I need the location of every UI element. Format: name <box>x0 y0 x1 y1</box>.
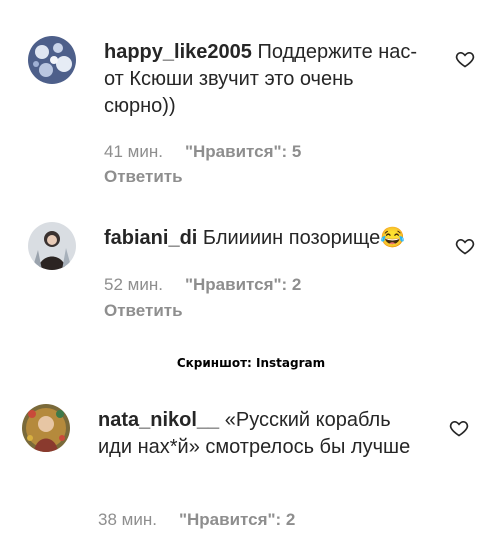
comment-likes[interactable]: "Нравится": 5 <box>185 142 301 161</box>
comment-username[interactable]: fabiani_di <box>104 227 197 249</box>
comment-body: Блиииин позорище😂 <box>202 227 406 249</box>
comment-meta: 52 мин. "Нравится": 2 <box>104 275 301 295</box>
comment-time[interactable]: 41 мин. <box>104 142 163 161</box>
comment-text-block: fabiani_di Блиииин позорище😂 <box>104 225 434 252</box>
heart-icon[interactable] <box>455 236 475 256</box>
heart-icon[interactable] <box>449 418 469 438</box>
avatar[interactable] <box>28 222 76 270</box>
comment-time[interactable]: 38 мин. <box>98 510 157 529</box>
comment-text-block: nata_nikol__ «Русский корабль иди нах*й»… <box>98 407 428 461</box>
comment-username[interactable]: happy_like2005 <box>104 41 252 63</box>
screenshot-caption: Скриншот: Instagram <box>176 356 326 370</box>
comment-likes[interactable]: "Нравится": 2 <box>179 510 295 529</box>
avatar[interactable] <box>22 404 70 452</box>
avatar[interactable] <box>28 36 76 84</box>
comment-meta: 38 мин. "Нравится": 2 <box>98 510 295 530</box>
comment-text-block: happy_like2005 Поддержите нас- от Ксюши … <box>104 39 424 120</box>
comment-username[interactable]: nata_nikol__ <box>98 409 219 431</box>
comment-meta: 41 мин. "Нравится": 5 <box>104 142 301 162</box>
comment-likes[interactable]: "Нравится": 2 <box>185 275 301 294</box>
reply-button[interactable]: Ответить <box>104 167 183 187</box>
comment-time[interactable]: 52 мин. <box>104 275 163 294</box>
heart-icon[interactable] <box>455 49 475 69</box>
reply-button[interactable]: Ответить <box>104 301 183 321</box>
